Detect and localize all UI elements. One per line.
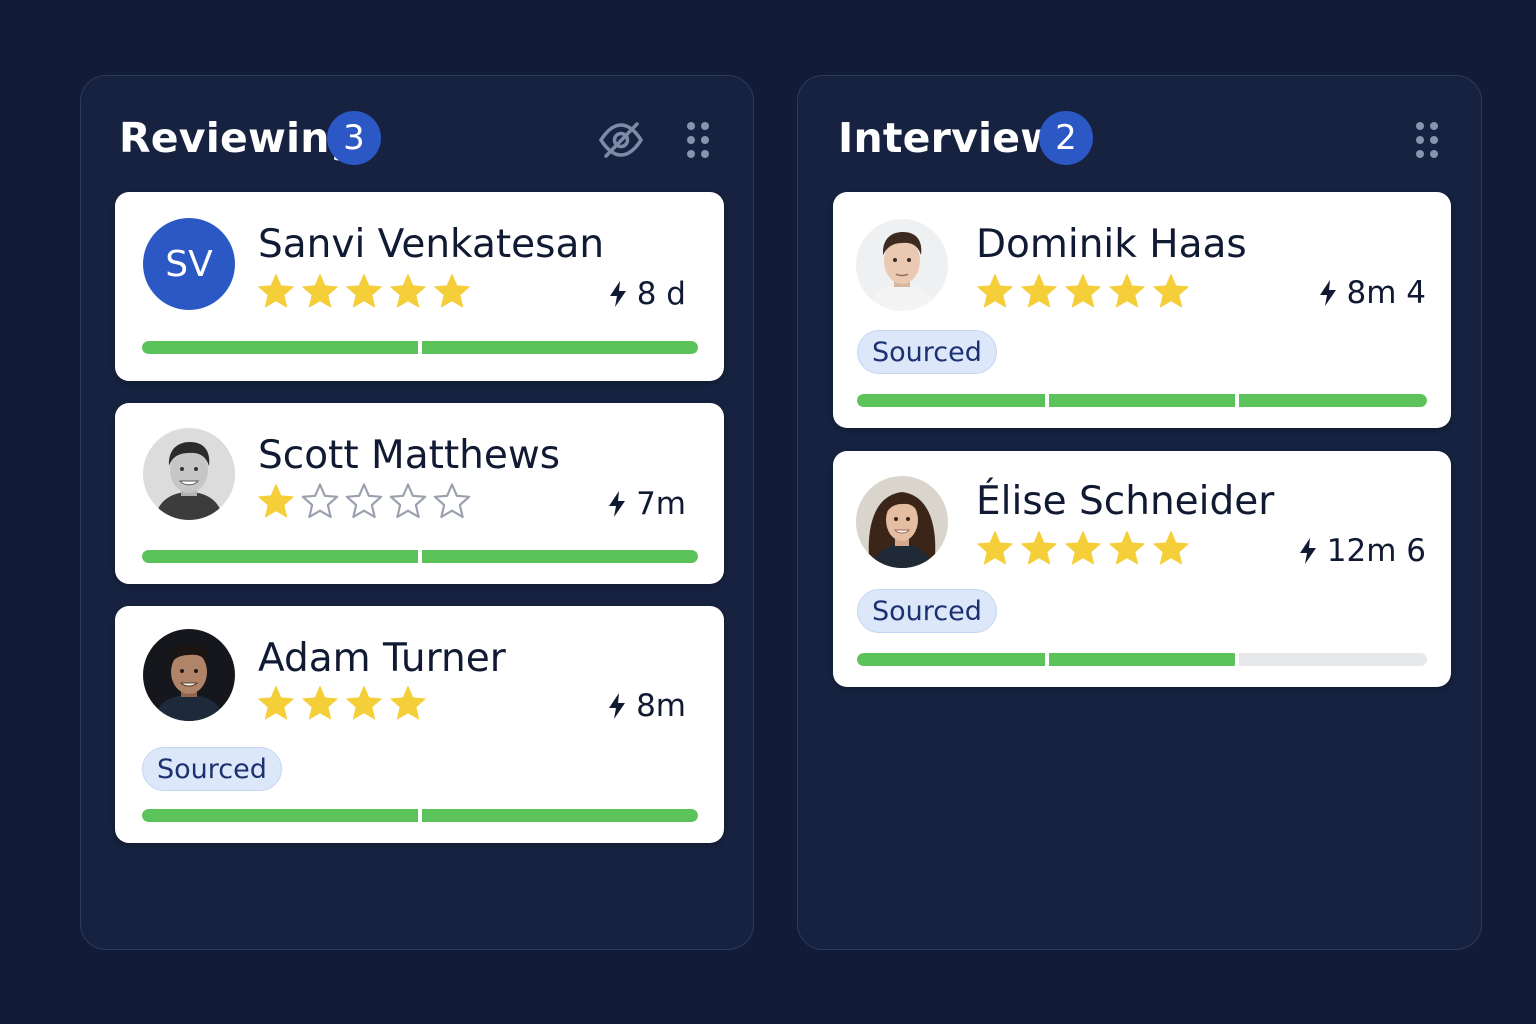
progress-segment-divider (418, 341, 422, 354)
time-in-stage: 7m (608, 486, 686, 522)
progress-segment-divider (1234, 653, 1239, 666)
candidate-card[interactable]: Dominik Haas 8m 4 Sourced (833, 192, 1451, 428)
column-header: Reviewing 3 (81, 76, 753, 201)
star-empty-icon[interactable] (432, 482, 472, 522)
progress-segment-divider (1234, 394, 1239, 407)
lightning-icon (608, 693, 626, 719)
time-value: 8 d (636, 276, 686, 312)
time-in-stage: 8m 4 (1319, 275, 1427, 311)
avatar (143, 428, 235, 520)
star-filled-icon[interactable] (432, 272, 472, 312)
star-filled-icon[interactable] (1107, 529, 1147, 569)
star-filled-icon[interactable] (1063, 529, 1103, 569)
candidate-name[interactable]: Adam Turner (258, 636, 506, 681)
star-rating[interactable] (975, 529, 1191, 569)
star-filled-icon[interactable] (388, 272, 428, 312)
star-filled-icon[interactable] (300, 684, 340, 724)
star-filled-icon[interactable] (344, 272, 384, 312)
candidate-card[interactable]: SV Sanvi Venkatesan 8 d (115, 192, 724, 381)
column-header: Interview 2 (798, 76, 1481, 201)
lightning-icon (608, 491, 626, 517)
star-filled-icon[interactable] (1107, 272, 1147, 312)
star-filled-icon[interactable] (256, 482, 296, 522)
star-empty-icon[interactable] (388, 482, 428, 522)
progress-bar (142, 550, 698, 563)
time-in-stage: 8m (608, 688, 686, 724)
star-filled-icon[interactable] (975, 272, 1015, 312)
time-value: 8m (636, 688, 686, 724)
lightning-icon (609, 281, 627, 307)
candidate-name[interactable]: Élise Schneider (976, 479, 1274, 524)
time-value: 12m 6 (1326, 533, 1426, 569)
avatar (143, 629, 235, 721)
candidate-card[interactable]: Adam Turner 8m Sourced (115, 606, 724, 843)
star-filled-icon[interactable] (1063, 272, 1103, 312)
star-empty-icon[interactable] (344, 482, 384, 522)
star-filled-icon[interactable] (256, 272, 296, 312)
drag-handle-icon[interactable] (683, 120, 713, 160)
star-filled-icon[interactable] (344, 684, 384, 724)
avatar (856, 219, 948, 311)
candidate-name[interactable]: Dominik Haas (976, 222, 1247, 267)
time-in-stage: 12m 6 (1299, 533, 1426, 569)
star-filled-icon[interactable] (1151, 529, 1191, 569)
avatar: SV (143, 218, 235, 310)
progress-fill (857, 394, 1427, 407)
star-rating[interactable] (975, 272, 1191, 312)
star-filled-icon[interactable] (1019, 529, 1059, 569)
progress-segment-divider (418, 809, 422, 822)
candidate-card[interactable]: Scott Matthews 7m (115, 403, 724, 584)
star-filled-icon[interactable] (388, 684, 428, 724)
count-badge: 2 (1039, 111, 1093, 165)
sourced-tag[interactable]: Sourced (142, 747, 282, 791)
candidate-name[interactable]: Scott Matthews (258, 433, 560, 478)
progress-bar (142, 341, 698, 354)
star-filled-icon[interactable] (256, 684, 296, 724)
drag-handle-icon[interactable] (1412, 120, 1442, 160)
progress-bar (142, 809, 698, 822)
lightning-icon (1299, 538, 1317, 564)
sourced-tag[interactable]: Sourced (857, 330, 997, 374)
candidate-name[interactable]: Sanvi Venkatesan (258, 222, 604, 267)
star-filled-icon[interactable] (975, 529, 1015, 569)
star-filled-icon[interactable] (300, 272, 340, 312)
progress-segment-divider (1044, 653, 1049, 666)
progress-bar (857, 653, 1427, 666)
eye-off-icon[interactable] (597, 116, 645, 164)
star-rating[interactable] (256, 272, 472, 312)
column-title: Reviewing (119, 114, 360, 162)
time-in-stage: 8 d (609, 276, 686, 312)
star-rating[interactable] (256, 482, 472, 522)
progress-segment-divider (418, 550, 422, 563)
progress-bar (857, 394, 1427, 407)
time-value: 7m (636, 486, 686, 522)
column-title: Interview (838, 114, 1059, 162)
count-badge: 3 (327, 111, 381, 165)
star-empty-icon[interactable] (300, 482, 340, 522)
candidate-card[interactable]: Élise Schneider 12m 6 Sourced (833, 451, 1451, 687)
avatar (856, 476, 948, 568)
star-filled-icon[interactable] (1019, 272, 1059, 312)
star-rating[interactable] (256, 684, 428, 724)
progress-segment-divider (1044, 394, 1049, 407)
sourced-tag[interactable]: Sourced (857, 589, 997, 633)
time-value: 8m 4 (1346, 275, 1427, 311)
lightning-icon (1319, 280, 1337, 306)
star-filled-icon[interactable] (1151, 272, 1191, 312)
